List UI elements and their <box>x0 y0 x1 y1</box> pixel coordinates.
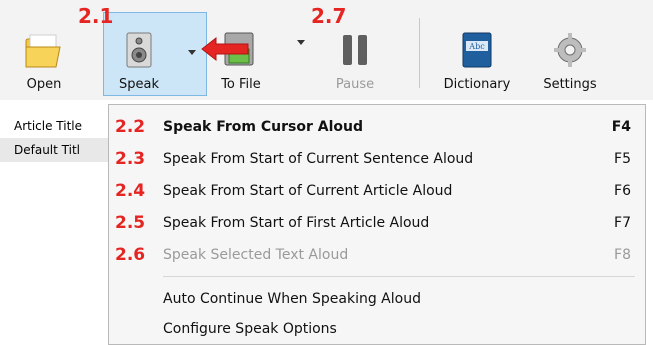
menu-separator <box>163 276 635 277</box>
dictionary-icon: Abc <box>462 32 492 68</box>
menu-item-label: Speak From Start of Current Sentence Alo… <box>163 151 474 167</box>
menu-item-speak-from-article[interactable]: 2.4 Speak From Start of Current Article … <box>109 175 645 207</box>
menu-item-label: Speak From Start of Current Article Alou… <box>163 183 453 199</box>
menu-item-speak-from-cursor[interactable]: 2.2 Speak From Cursor Aloud F4 <box>109 111 645 143</box>
pause-label: Pause <box>335 77 375 92</box>
speak-menu: 2.2 Speak From Cursor Aloud F4 2.3 Speak… <box>108 104 646 345</box>
to-file-label: To File <box>221 77 261 92</box>
menu-item-speak-selected[interactable]: 2.6 Speak Selected Text Aloud F8 <box>109 239 645 271</box>
annotation-2-5: 2.5 <box>115 213 146 233</box>
speak-dropdown-arrow[interactable] <box>188 50 196 55</box>
gear-icon <box>554 33 586 67</box>
list-item[interactable]: Article Title <box>0 114 110 138</box>
menu-item-label: Speak From Start of First Article Aloud <box>163 215 430 231</box>
menu-item-auto-continue[interactable]: Auto Continue When Speaking Aloud <box>109 283 645 315</box>
dictionary-label: Dictionary <box>443 77 511 92</box>
open-button[interactable]: Open <box>14 6 74 96</box>
settings-button[interactable]: Settings <box>530 6 610 96</box>
annotation-2-2: 2.2 <box>115 117 146 137</box>
menu-item-shortcut: F5 <box>614 151 631 167</box>
dictionary-button[interactable]: Abc Dictionary <box>432 6 522 96</box>
settings-label: Settings <box>543 77 597 92</box>
menu-item-shortcut: F7 <box>614 215 631 231</box>
menu-item-label: Speak Selected Text Aloud <box>163 247 349 263</box>
speaker-icon <box>126 32 152 68</box>
menu-item-shortcut: F6 <box>614 183 631 199</box>
menu-item-label: Speak From Cursor Aloud <box>163 119 363 135</box>
menu-item-speak-from-first-article[interactable]: 2.5 Speak From Start of First Article Al… <box>109 207 645 239</box>
menu-item-label: Configure Speak Options <box>163 321 337 337</box>
menu-item-shortcut: F4 <box>611 119 631 135</box>
menu-item-shortcut: F8 <box>614 247 631 263</box>
folder-icon <box>25 34 61 68</box>
annotation-2-7: 2.7 <box>311 4 347 28</box>
menu-item-configure-speak[interactable]: Configure Speak Options <box>109 313 645 345</box>
toolbar-separator <box>419 18 420 88</box>
annotation-2-3: 2.3 <box>115 149 146 169</box>
article-list: Article Title Default Titl <box>0 100 110 345</box>
to-file-dropdown-arrow[interactable] <box>297 40 305 45</box>
pause-icon <box>343 35 367 65</box>
red-arrow-icon <box>201 36 249 62</box>
annotation-2-6: 2.6 <box>115 245 146 265</box>
svg-text:Abc: Abc <box>468 42 485 51</box>
menu-item-speak-from-sentence[interactable]: 2.3 Speak From Start of Current Sentence… <box>109 143 645 175</box>
annotation-2-1: 2.1 <box>78 4 114 28</box>
toolbar: Open Speak To File Pause Abc Dictionary … <box>0 0 653 100</box>
speak-button[interactable]: Speak <box>108 6 170 96</box>
list-item[interactable]: Default Titl <box>0 138 110 162</box>
speak-label: Speak <box>119 77 159 92</box>
menu-item-label: Auto Continue When Speaking Aloud <box>163 291 421 307</box>
open-label: Open <box>26 77 62 92</box>
annotation-2-4: 2.4 <box>115 181 146 201</box>
